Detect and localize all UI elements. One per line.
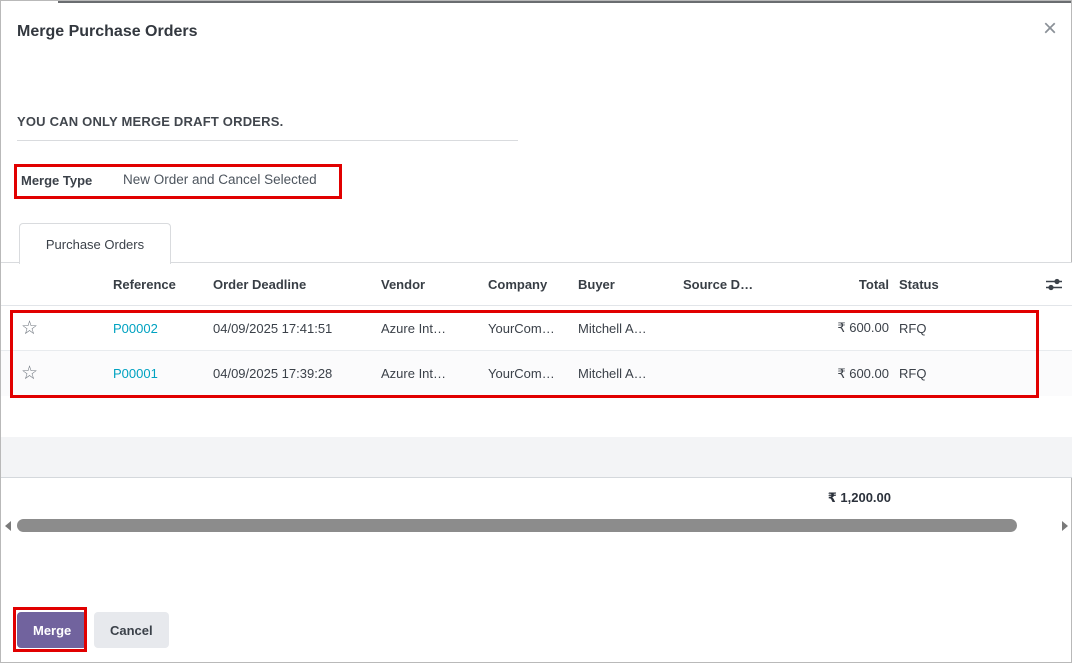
column-header-order-deadline[interactable]: Order Deadline [201,277,371,292]
merge-button[interactable]: Merge [17,612,87,648]
horizontal-scrollbar[interactable] [1,517,1072,534]
column-header-reference[interactable]: Reference [101,277,201,292]
merge-type-select[interactable]: New Order and Cancel Selected [123,172,317,187]
tab-purchase-orders[interactable]: Purchase Orders [19,223,171,264]
table-header-row: Reference Order Deadline Vendor Company … [1,263,1072,306]
modal-top-edge [58,1,1071,3]
merge-purchase-orders-dialog: { "dialog": { "title": "Merge Purchase O… [0,0,1072,663]
total-cell: ₹ 600.00 [769,366,889,382]
tab-label: Purchase Orders [46,237,144,252]
total-cell: ₹ 600.00 [769,320,889,336]
merge-type-label: Merge Type [21,173,92,188]
empty-row [1,396,1072,437]
column-header-buyer[interactable]: Buyer [569,277,673,292]
status-cell: RFQ [889,321,989,336]
scroll-left-arrow-icon[interactable] [5,521,11,531]
table-row[interactable]: ☆ P00001 04/09/2025 17:39:28 Azure Int… … [1,350,1072,396]
sliders-icon [1045,277,1063,292]
reference-link[interactable]: P00002 [113,321,158,336]
order-deadline-cell: 04/09/2025 17:41:51 [201,321,371,336]
vendor-cell: Azure Int… [371,321,479,336]
dialog-title: Merge Purchase Orders [17,23,198,41]
star-icon[interactable]: ☆ [21,319,38,338]
status-cell: RFQ [889,366,989,381]
vendor-cell: Azure Int… [371,366,479,381]
cancel-button[interactable]: Cancel [94,612,169,648]
table-row[interactable]: ☆ P00002 04/09/2025 17:41:51 Azure Int… … [1,306,1072,350]
order-deadline-cell: 04/09/2025 17:39:28 [201,366,371,381]
column-header-total[interactable]: Total [769,277,889,292]
column-header-source-document[interactable]: Source D… [673,277,769,292]
empty-row [1,437,1072,477]
reference-link[interactable]: P00001 [113,366,158,381]
buyer-cell: Mitchell A… [569,321,673,336]
buyer-cell: Mitchell A… [569,366,673,381]
grand-total: ₹ 1,200.00 [1,490,891,506]
merge-notice-text: YOU CAN ONLY MERGE DRAFT ORDERS. [17,114,283,129]
column-header-status[interactable]: Status [889,277,989,292]
column-header-vendor[interactable]: Vendor [371,277,479,292]
column-header-company[interactable]: Company [479,277,569,292]
company-cell: YourCom… [479,321,569,336]
scrollbar-thumb[interactable] [17,519,1017,532]
notice-underline [17,140,518,141]
scroll-right-arrow-icon[interactable] [1062,521,1068,531]
optional-columns-button[interactable] [989,277,1072,292]
table-footer-divider [1,477,1072,478]
star-icon[interactable]: ☆ [21,364,38,383]
close-icon[interactable]: × [1043,17,1057,41]
company-cell: YourCom… [479,366,569,381]
